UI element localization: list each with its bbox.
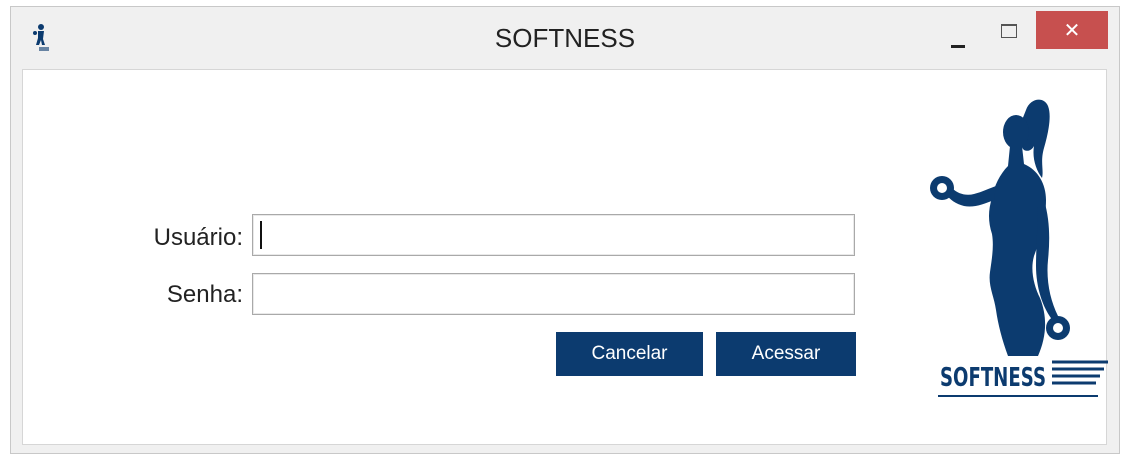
user-label: Usuário: bbox=[153, 224, 243, 251]
access-button[interactable]: Acessar bbox=[716, 332, 856, 376]
minimize-button[interactable] bbox=[938, 21, 980, 57]
title-bar: SOFTNESS ✕ bbox=[11, 7, 1119, 69]
user-input[interactable] bbox=[252, 214, 855, 256]
logo-text: SOFTNESS bbox=[940, 363, 1046, 393]
login-window: SOFTNESS ✕ Usuário: Senha: Cancelar Aces… bbox=[10, 6, 1120, 454]
maximize-button[interactable] bbox=[986, 15, 1030, 51]
softness-logo: SOFTNESS bbox=[930, 99, 1108, 397]
cancel-button[interactable]: Cancelar bbox=[556, 332, 703, 376]
login-panel: Usuário: Senha: Cancelar Acessar SOFTNES… bbox=[22, 69, 1108, 445]
close-button[interactable]: ✕ bbox=[1036, 11, 1108, 49]
password-input[interactable] bbox=[252, 273, 855, 315]
password-label: Senha: bbox=[166, 281, 243, 308]
text-caret bbox=[260, 221, 262, 249]
